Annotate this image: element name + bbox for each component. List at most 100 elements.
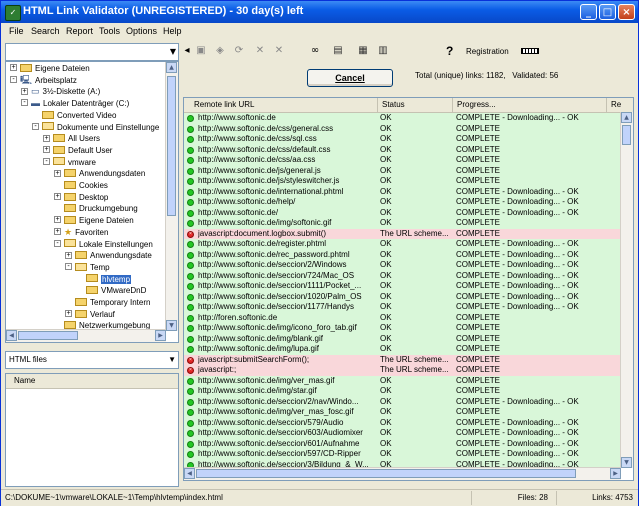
scroll-down-icon[interactable]: ▼ [166,320,177,331]
table-row[interactable]: http://www.softonic.de/seccion/1177/Hand… [184,302,621,313]
table-row[interactable]: http://www.softonic.de/img/ver_mas.gif OK… [184,375,621,386]
cancel-button[interactable]: Cancel [307,69,393,87]
table-row[interactable]: http://www.softonic.de/css/general.css OK… [184,123,621,134]
scroll-right-icon[interactable]: ▶ [155,330,166,341]
links-grid[interactable]: Remote link URL Status Progress... Re ht… [183,97,634,481]
binoculars-icon[interactable]: ∞ [309,45,321,57]
column-re[interactable]: Re [607,98,633,112]
tree-item[interactable]: VMwareDnD [76,285,146,296]
tree-vertical-scrollbar[interactable]: ▲ ▼ [165,62,178,331]
table-row[interactable]: http://www.softonic.de/seccion/1020/Palm… [184,291,621,302]
preview-icon[interactable]: ▦ [357,45,369,57]
tree-item[interactable]: Converted Video [32,110,116,121]
column-remote-url[interactable]: Remote link URL [184,98,378,112]
refresh-icon[interactable]: ⟳ [233,45,245,57]
save-icon[interactable]: ▣ [195,45,207,57]
options-icon[interactable]: ▥ [377,45,389,57]
tree-item[interactable]: - vmware [43,157,96,168]
tree-item[interactable]: - Temp [65,262,110,273]
expand-icon[interactable]: + [54,193,61,201]
tree-item[interactable]: + Default User [43,145,112,156]
expand-icon[interactable]: + [54,169,61,177]
files-list[interactable]: Name [5,373,179,487]
tree-item[interactable]: + Anwendungsdaten [54,168,145,179]
chevron-down-icon[interactable]: ▼ [168,352,176,368]
scroll-left-icon[interactable]: ◀ [6,330,17,341]
tree-item[interactable]: + ★ Favoriten [54,227,108,238]
tree-item[interactable]: + ▭ 3½-Diskette (A:) [21,86,100,97]
maximize-button[interactable]: □ [599,4,616,20]
tree-item[interactable]: + Eigene Dateien [10,63,90,74]
table-row[interactable]: http://www.softonic.de/seccion/579/Audio… [184,417,621,428]
scroll-up-icon[interactable]: ▲ [621,112,632,123]
delete-icon[interactable]: ✕ [273,45,285,57]
tree-item[interactable]: hlvtemp [76,274,132,285]
table-row[interactable]: http://www.softonic.de/img/softonic.gif O… [184,218,621,229]
scroll-left-icon[interactable]: ◀ [184,468,195,479]
files-column-name[interactable]: Name [6,374,178,389]
tree-horizontal-thumb[interactable] [18,331,78,340]
table-row[interactable]: http://www.softonic.de/register.phtml OK C… [184,239,621,250]
table-row[interactable]: http://www.softonic.de/international.pht… [184,186,621,197]
menu-help[interactable]: Help [163,26,182,36]
registration-key-icon[interactable] [521,48,539,54]
table-row[interactable]: × javascript:; The URL scheme... COMPLETE [184,365,621,376]
tree-item[interactable]: Cookies [54,180,108,191]
table-row[interactable]: http://www.softonic.de/css/aa.css OK COMPL… [184,155,621,166]
report-icon[interactable]: ▤ [332,45,344,57]
table-row[interactable]: http://www.softonic.de/img/icono_foro_ta… [184,323,621,334]
expand-icon[interactable]: + [65,310,72,318]
table-row[interactable]: http://www.softonic.de/img/star.gif OK COM… [184,386,621,397]
table-row[interactable]: http://www.softonic.de/seccion/597/CD-Ri… [184,449,621,460]
table-row[interactable]: http://www.softonic.de/seccion/2/Windows… [184,260,621,271]
scroll-down-icon[interactable]: ▼ [621,457,632,468]
expand-icon[interactable]: + [10,64,17,72]
minimize-button[interactable]: _ [580,4,597,20]
table-row[interactable]: http://www.softonic.de/seccion/2/nav/Win… [184,396,621,407]
tree-item[interactable]: + Anwendungsdate [65,250,152,261]
stop-icon[interactable]: ✕ [254,45,266,57]
table-row[interactable]: http://www.softonic.de/seccion/1111/Pock… [184,281,621,292]
table-row[interactable]: http://www.softonic.de/img/lupa.gif OK COM… [184,344,621,355]
table-row[interactable]: http://www.softonic.de/OK COMPLETE - Down… [184,207,621,218]
network-icon[interactable]: ◈ [214,45,226,57]
tree-horizontal-scrollbar[interactable]: ◀ ▶ [6,329,166,342]
table-row[interactable]: http://www.softonic.de/seccion/724/Mac_O… [184,270,621,281]
menu-options[interactable]: Options [126,26,157,36]
collapse-icon[interactable]: - [21,99,28,107]
menu-search[interactable]: Search [31,26,60,36]
table-row[interactable]: http://www.softonic.de/img/blank.gif OK CO… [184,333,621,344]
chevron-down-icon[interactable]: ▼ [170,47,176,56]
folder-tree[interactable]: + Eigene Dateien - 🖳 Arbeitsplatz + ▭ 3½-Disket… [5,61,179,343]
collapse-icon[interactable]: - [10,76,17,84]
collapse-icon[interactable]: - [32,122,39,130]
tree-item[interactable]: + Desktop [54,192,108,203]
location-combo[interactable]: ▼ [5,43,179,61]
registration-link[interactable]: Registration [466,47,509,56]
expand-icon[interactable]: + [54,216,61,224]
collapse-arrow-icon[interactable]: ◂ [181,45,193,57]
grid-horizontal-thumb[interactable] [196,469,576,478]
collapse-icon[interactable]: - [43,157,50,165]
tree-item[interactable]: - Dokumente und Einstellunge [32,122,159,133]
table-row[interactable]: http://www.softonic.de/js/general.js OK CO… [184,165,621,176]
tree-item[interactable]: + Verlauf [65,309,115,320]
table-row[interactable]: http://www.softonic.de/img/ver_mas_fosc.… [184,407,621,418]
tree-item[interactable]: - ▬ Lokaler Datenträger (C:) [21,98,129,109]
table-row[interactable]: http://www.softonic.de/css/sql.css OK COMP… [184,134,621,145]
tree-item[interactable]: Druckumgebung [54,203,138,214]
scroll-up-icon[interactable]: ▲ [166,62,177,73]
tree-item[interactable]: - 🖳 Arbeitsplatz [10,75,77,86]
collapse-icon[interactable]: - [54,239,61,247]
expand-icon[interactable]: + [65,251,72,259]
expand-icon[interactable]: + [43,134,50,142]
menu-file[interactable]: File [9,26,24,36]
help-icon[interactable]: ? [446,44,453,58]
column-status[interactable]: Status [378,98,453,112]
table-row[interactable]: http://www.softonic.de/help/OK COMPLETE -… [184,197,621,208]
tree-item[interactable]: + Eigene Dateien [54,215,134,226]
file-filter-select[interactable]: HTML files ▼ [5,351,179,369]
menu-report[interactable]: Report [66,26,93,36]
collapse-icon[interactable]: - [65,263,72,271]
table-row[interactable]: × javascript:submitSearchForm(); The URL s… [184,354,621,365]
